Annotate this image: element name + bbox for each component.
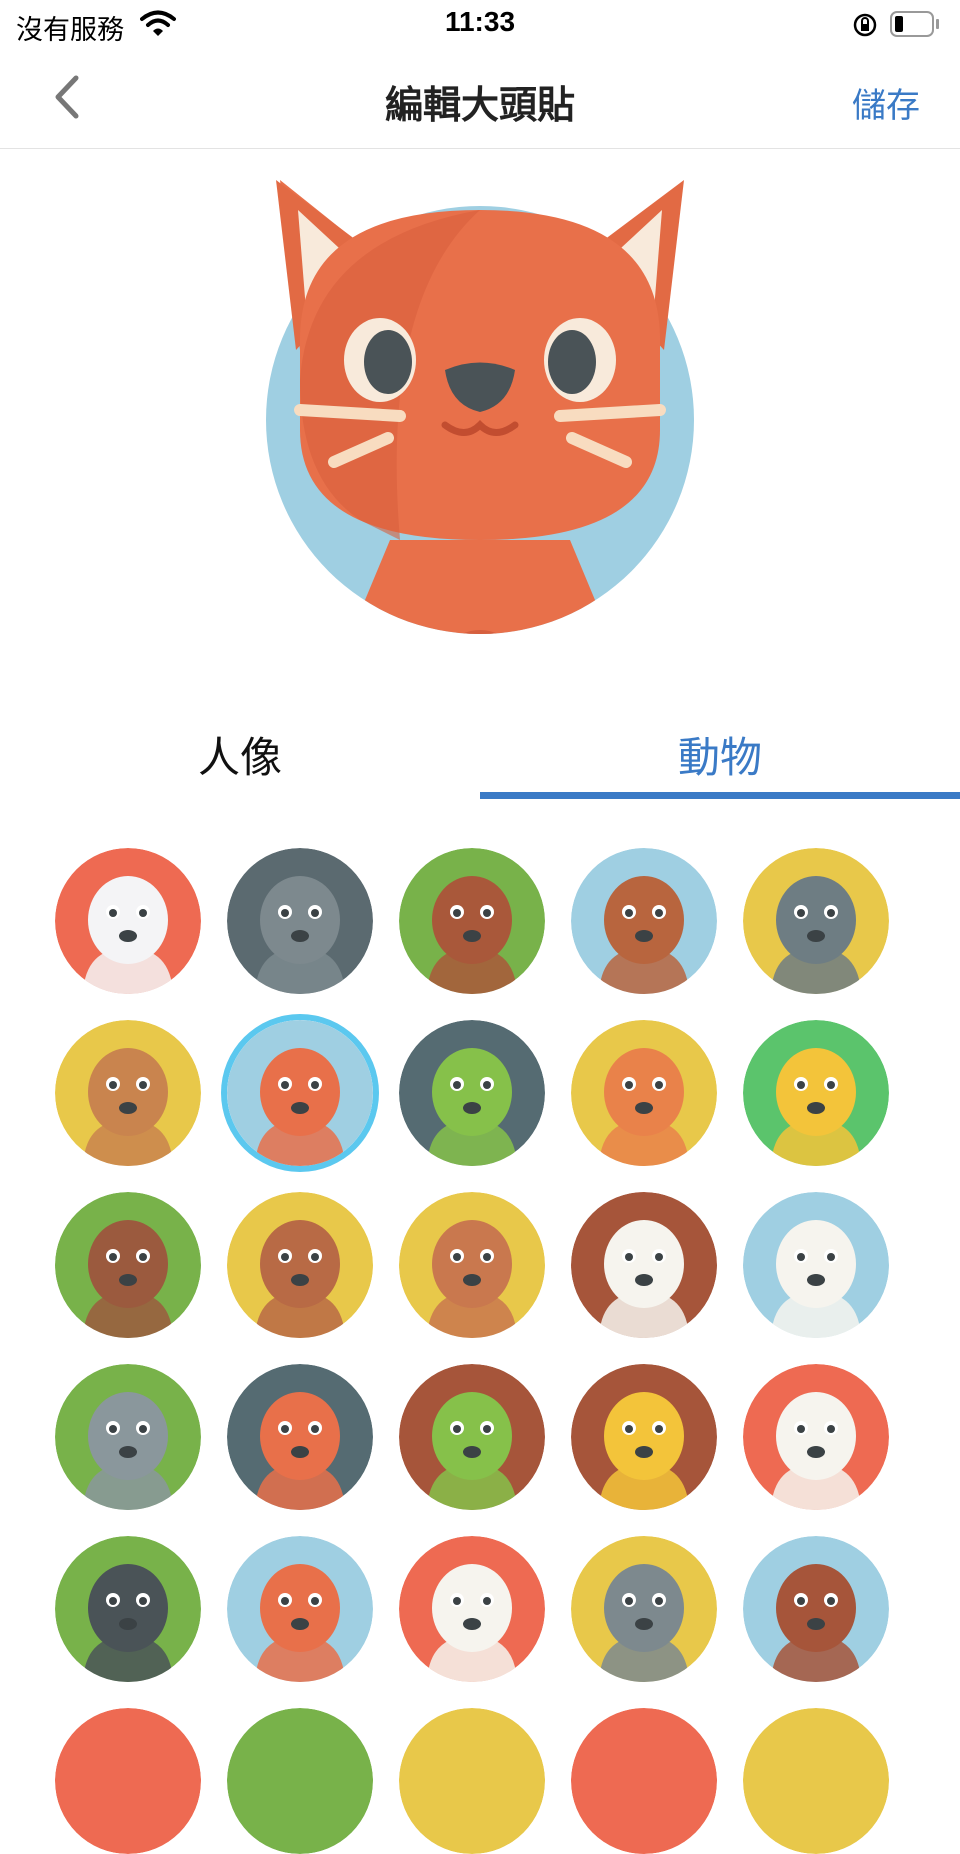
avatar-chameleon[interactable]: [399, 1020, 545, 1166]
avatar-preview: [266, 180, 694, 634]
avatar-cat[interactable]: [227, 1020, 373, 1166]
giraffe-icon: [571, 1364, 717, 1510]
chicken-white-icon: [55, 848, 201, 994]
avatar-chick[interactable]: [743, 1020, 889, 1166]
camel-icon: [55, 1020, 201, 1166]
hamster-icon: [227, 1536, 373, 1682]
goat-icon: [743, 1364, 889, 1510]
tab-animal[interactable]: 動物: [480, 700, 960, 798]
avatar-bear[interactable]: [399, 848, 545, 994]
avatar-gorilla[interactable]: [55, 1536, 201, 1682]
avatar-buffalo[interactable]: [743, 848, 889, 994]
avatar-goose[interactable]: [571, 1192, 717, 1338]
frog-icon: [399, 1364, 545, 1510]
avatar-partial-2[interactable]: [227, 1708, 373, 1854]
status-time: 11:33: [444, 6, 516, 37]
save-button[interactable]: 儲存: [852, 78, 920, 127]
hippo-icon: [571, 1536, 717, 1682]
partial-2-icon: [227, 1708, 373, 1854]
avatar-goat[interactable]: [743, 1364, 889, 1510]
avatar-partial-3[interactable]: [399, 1708, 545, 1854]
avatar-cheetah[interactable]: [571, 1020, 717, 1166]
tab-portrait-label: 人像: [197, 734, 282, 781]
eagle-icon: [743, 1192, 889, 1338]
orientation-lock-icon: [853, 13, 877, 37]
chameleon-icon: [399, 1020, 545, 1166]
partial-4-icon: [571, 1708, 717, 1854]
partial-3-icon: [399, 1708, 545, 1854]
avatar-chicken-white[interactable]: [55, 848, 201, 994]
avatar-partial-1[interactable]: [55, 1708, 201, 1854]
cow-icon: [55, 1192, 201, 1338]
avatar-elephant[interactable]: [55, 1364, 201, 1510]
avatar-partial-5[interactable]: [743, 1708, 889, 1854]
tab-animal-label: 動物: [677, 734, 762, 781]
avatar-beaver[interactable]: [571, 848, 717, 994]
deer-icon: [227, 1192, 373, 1338]
dog-icon: [399, 1192, 545, 1338]
avatar-frog[interactable]: [399, 1364, 545, 1510]
animal-avatar-grid: [0, 836, 960, 1854]
avatar-giraffe[interactable]: [571, 1364, 717, 1510]
avatar-mouse[interactable]: [227, 848, 373, 994]
nav-bar: 編輯大頭貼 儲存: [0, 48, 960, 149]
mouse-icon: [227, 848, 373, 994]
cheetah-icon: [571, 1020, 717, 1166]
avatar-camel[interactable]: [55, 1020, 201, 1166]
beaver-icon: [571, 848, 717, 994]
cat-icon: [227, 1020, 373, 1166]
avatar-dog[interactable]: [399, 1192, 545, 1338]
partial-5-icon: [743, 1708, 889, 1854]
avatar-rooster[interactable]: [399, 1536, 545, 1682]
gorilla-icon: [55, 1536, 201, 1682]
buffalo-icon: [743, 848, 889, 994]
avatar-eagle[interactable]: [743, 1192, 889, 1338]
page-title: 編輯大頭貼: [384, 85, 575, 127]
avatar-hippo[interactable]: [571, 1536, 717, 1682]
elephant-icon: [55, 1364, 201, 1510]
goose-icon: [571, 1192, 717, 1338]
avatar-hamster[interactable]: [227, 1536, 373, 1682]
fox-icon: [227, 1364, 373, 1510]
battery-icon: [890, 11, 939, 37]
tab-portrait[interactable]: 人像: [0, 700, 480, 798]
avatar-partial-4[interactable]: [571, 1708, 717, 1854]
avatar-horse[interactable]: [743, 1536, 889, 1682]
status-bar: 沒有服務 11:33: [0, 0, 960, 48]
avatar-fox[interactable]: [227, 1364, 373, 1510]
partial-1-icon: [55, 1708, 201, 1854]
avatar-deer[interactable]: [227, 1192, 373, 1338]
avatar-cow[interactable]: [55, 1192, 201, 1338]
active-tab-indicator: [480, 792, 960, 799]
rooster-icon: [399, 1536, 545, 1682]
bear-icon: [399, 848, 545, 994]
chick-icon: [743, 1020, 889, 1166]
horse-icon: [743, 1536, 889, 1682]
